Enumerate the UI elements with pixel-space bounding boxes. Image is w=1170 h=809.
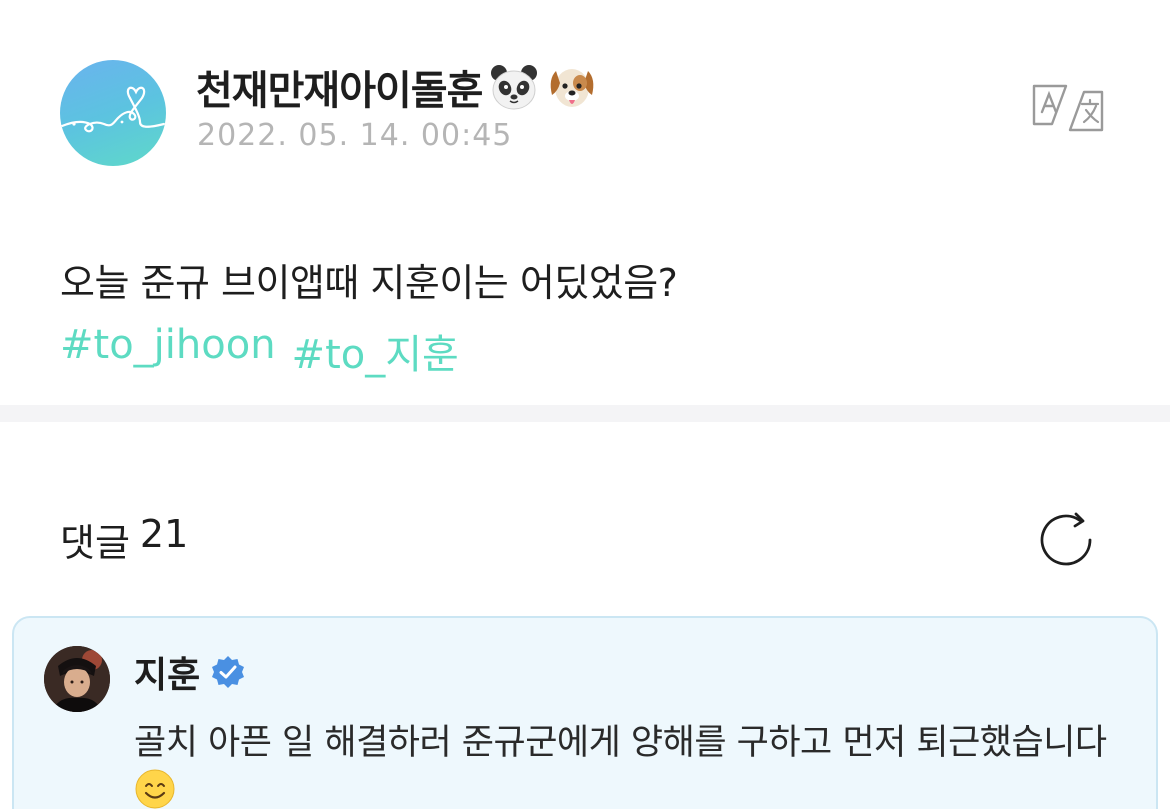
post-author-name: 천재만재아이돌훈: [196, 68, 483, 114]
post-date: 2022. 05. 14. 00:45: [197, 118, 513, 153]
comment-author-name: 지훈: [134, 655, 201, 696]
dog-face-icon: [546, 61, 598, 113]
comment-count-label: 댓글: [60, 521, 130, 565]
comment-card: 지훈 골치 아픈 일 해결하러 준규군에게 양해를 구하고 먼저 퇴근했습니다: [12, 616, 1158, 809]
refresh-button[interactable]: [1036, 510, 1100, 570]
smiling-face-icon: [134, 768, 176, 809]
panda-face-icon: [488, 61, 540, 113]
comment-text-body: 골치 아픈 일 해결하러 준규군에게 양해를 구하고 먼저 퇴근했습니다: [134, 723, 1107, 763]
hashtag-list: #to_jihoon #to_지훈: [60, 322, 459, 380]
refresh-icon: [1040, 512, 1092, 566]
author-avatar[interactable]: [60, 60, 166, 166]
comment-count-header: 댓글 21: [60, 512, 188, 567]
comment-text: 골치 아픈 일 해결하러 준규군에게 양해를 구하고 먼저 퇴근했습니다: [134, 718, 1124, 809]
heart-doodle-icon: [60, 86, 166, 133]
comment-count-value: 21: [139, 512, 189, 556]
translate-icon: [1032, 84, 1104, 132]
section-divider: [0, 405, 1170, 422]
hashtag-to-jihoon-korean[interactable]: #to_지훈: [292, 322, 459, 380]
post-body: 오늘 준규 브이앱때 지훈이는 어딨었음?: [60, 261, 678, 305]
translate-button[interactable]: [1030, 82, 1106, 134]
post: 천재만재아이돌훈 2022. 05. 14. 00:45 오늘 준규 브이앱때 …: [0, 0, 1170, 405]
hashtag-to-jihoon[interactable]: #to_jihoon: [60, 322, 276, 380]
post-author[interactable]: 천재만재아이돌훈: [196, 58, 598, 116]
comment-author-avatar[interactable]: [44, 646, 110, 712]
verified-badge-icon: [210, 654, 246, 690]
comment-author[interactable]: 지훈: [134, 646, 246, 698]
